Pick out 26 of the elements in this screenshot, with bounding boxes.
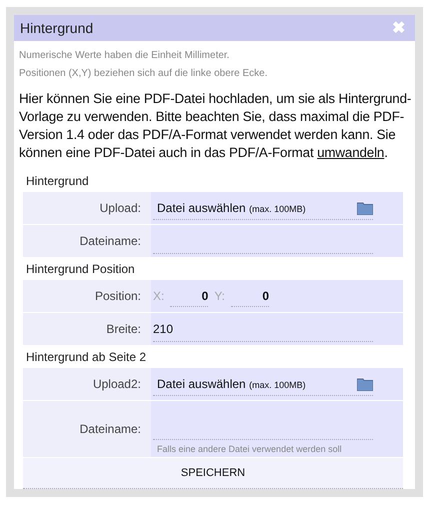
field-label: Upload2: bbox=[23, 368, 151, 400]
folder-icon bbox=[357, 376, 373, 390]
text-field[interactable]: 210 bbox=[151, 313, 403, 345]
x-field[interactable]: 0 bbox=[170, 286, 208, 306]
field-label: Dateiname: bbox=[23, 225, 151, 257]
file-select-button[interactable]: Datei auswählen (max. 100MB) bbox=[153, 196, 373, 220]
field-hint: Falls eine andere Datei verwendet werden soll bbox=[156, 443, 343, 456]
text-field[interactable] bbox=[151, 225, 403, 257]
save-button[interactable]: SPEICHERN bbox=[23, 458, 403, 489]
info-note: Numerische Werte haben die Einheit Millimeter. bbox=[19, 49, 230, 63]
field-label: Dateiname: bbox=[23, 401, 151, 457]
folder-icon bbox=[357, 200, 373, 214]
file-select-button[interactable]: Datei auswählen (max. 100MB) bbox=[153, 372, 373, 396]
field-label: Upload: bbox=[23, 192, 151, 224]
section-title: Hintergrund ab Seite 2 bbox=[25, 349, 148, 366]
field-label: Breite: bbox=[23, 313, 151, 345]
x-label: X: bbox=[153, 289, 164, 303]
section-title: Hintergrund bbox=[25, 173, 90, 190]
section-title: Hintergrund Position bbox=[25, 261, 136, 278]
convert-link[interactable]: umwandeln bbox=[317, 145, 384, 160]
info-note: Positionen (X,Y) beziehen sich auf die linke obere Ecke. bbox=[19, 67, 268, 81]
y-label: Y: bbox=[214, 289, 226, 303]
dialog-title: Hintergrund bbox=[20, 20, 94, 36]
intro-paragraph: Hier können Sie eine PDF-Datei hochladen, um sie als Hintergrund-Vorlage zu verwenden. Bitte beachten Sie, dass maximal die PDF-Version 1.4 oder das PDF/A-Format verwendet werden kann. Sie können eine PDF-Datei auch in das PDF/A-Format umwandeln. bbox=[19, 90, 412, 162]
y-field[interactable]: 0 bbox=[231, 286, 270, 306]
field-label: Position: bbox=[23, 280, 151, 312]
